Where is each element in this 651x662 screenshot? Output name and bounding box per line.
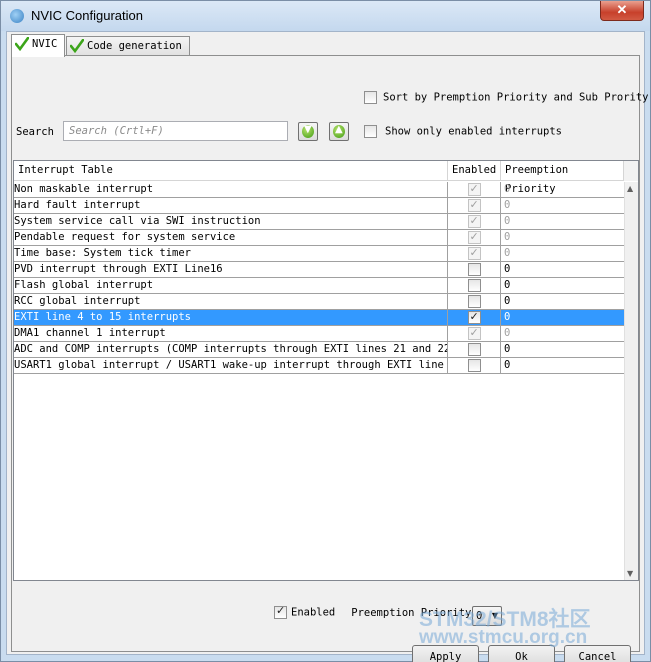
interrupt-name: ADC and COMP interrupts (COMP interrupts… [14,342,448,358]
column-header-enabled[interactable]: Enabled [448,161,501,181]
search-previous-button[interactable] [329,122,349,141]
sort-label: Sort by Premption Priority and Sub Prori… [383,91,649,104]
enabled-cell [448,310,501,326]
enabled-cell [448,182,501,198]
show-enabled-option: Show only enabled interrupts [364,125,562,138]
table-row[interactable]: Time base: System tick timer 0 [14,246,624,262]
interrupt-name: EXTI line 4 to 15 interrupts [14,310,448,326]
interrupt-enabled-checkbox [467,230,481,244]
dialog-content: NVIC Code generation Sort by Premption P… [6,31,649,662]
interrupt-name: Non maskable interrupt [14,182,448,198]
table-row[interactable]: Flash global interrupt 0 [14,278,624,294]
title-bar: NVIC Configuration ✕ [1,1,650,31]
enabled-cell [448,294,501,310]
interrupt-name: Pendable request for system service [14,230,448,246]
interrupt-enabled-checkbox [467,182,481,196]
search-next-button[interactable] [298,122,318,141]
arrow-up-icon [333,124,345,138]
table-row[interactable]: USART1 global interrupt / USART1 wake-up… [14,358,624,374]
close-button[interactable]: ✕ [600,1,644,21]
table-row[interactable]: PVD interrupt through EXTI Line16 0 [14,262,624,278]
enabled-cell [448,246,501,262]
table-row[interactable]: DMA1 channel 1 interrupt 0 [14,326,624,342]
interrupt-enabled-checkbox[interactable] [467,310,481,324]
table-row[interactable]: Pendable request for system service 0 [14,230,624,246]
interrupt-name: Flash global interrupt [14,278,448,294]
interrupt-enabled-checkbox [467,214,481,228]
priority-cell[interactable]: 0 [501,278,624,294]
search-input[interactable] [63,121,288,141]
priority-cell[interactable]: 0 [501,310,624,326]
enabled-cell [448,198,501,214]
sort-option: Sort by Premption Priority and Sub Prori… [364,91,649,104]
enabled-cell [448,262,501,278]
priority-cell[interactable]: 0 [501,182,624,198]
check-icon [70,39,84,53]
enabled-cell [448,230,501,246]
arrow-down-icon [302,124,314,138]
table-header: Interrupt Table Enabled Preemption Prior… [14,161,638,195]
enabled-cell [448,342,501,358]
priority-cell[interactable]: 0 [501,230,624,246]
tab-nvic[interactable]: NVIC [11,34,65,57]
column-header-interrupt[interactable]: Interrupt Table [14,161,448,181]
interrupt-table: Interrupt Table Enabled Preemption Prior… [13,160,639,581]
priority-cell[interactable]: 0 [501,214,624,230]
interrupt-name: PVD interrupt through EXTI Line16 [14,262,448,278]
app-gear-icon [10,9,24,23]
nvic-panel: Sort by Premption Priority and Sub Prori… [11,55,649,662]
table-row[interactable]: System service call via SWI instruction 0 [14,214,624,230]
priority-cell[interactable]: 0 [501,326,624,342]
interrupt-enabled-checkbox[interactable] [467,295,481,308]
enabled-cell [448,214,501,230]
interrupt-name: DMA1 channel 1 interrupt [14,326,448,342]
scroll-up-icon[interactable]: ▲ [627,184,633,193]
sort-checkbox[interactable] [364,91,377,104]
tab-label: Code generation [87,40,182,52]
scroll-down-icon[interactable]: ▼ [627,569,633,578]
interrupt-name: Time base: System tick timer [14,246,448,262]
show-enabled-label: Show only enabled interrupts [385,125,563,138]
interrupt-enabled-checkbox [467,198,481,212]
header-corner [624,161,638,181]
priority-cell[interactable]: 0 [501,358,624,374]
table-row[interactable]: EXTI line 4 to 15 interrupts 0 [14,310,624,326]
priority-cell[interactable]: 0 [501,262,624,278]
table-row[interactable]: Non maskable interrupt 0 [14,182,624,198]
interrupt-enabled-checkbox[interactable] [467,359,481,372]
column-header-priority[interactable]: Preemption Priority [501,161,624,195]
enabled-cell [448,358,501,374]
enabled-cell [448,278,501,294]
table-row[interactable]: ADC and COMP interrupts (COMP interrupts… [14,342,624,358]
interrupt-enabled-checkbox [467,246,481,260]
priority-cell[interactable]: 0 [501,294,624,310]
priority-cell[interactable]: 0 [501,342,624,358]
table-row[interactable]: Hard fault interrupt 0 [14,198,624,214]
interrupt-enabled-checkbox[interactable] [467,343,481,356]
interrupt-name: USART1 global interrupt / USART1 wake-up… [14,358,448,374]
interrupt-enabled-checkbox [467,326,481,340]
tab-label: NVIC [32,38,58,50]
interrupt-enabled-checkbox[interactable] [467,279,481,292]
interrupt-name: Hard fault interrupt [14,198,448,214]
table-row[interactable]: RCC global interrupt 0 [14,294,624,310]
interrupt-name: System service call via SWI instruction [14,214,448,230]
check-icon [15,37,29,51]
priority-cell[interactable]: 0 [501,198,624,214]
nvic-configuration-window: NVIC Configuration ✕ NVIC Code generatio… [0,0,651,662]
enabled-cell [448,326,501,342]
watermark-url: www.stmcu.org.cn [419,627,588,648]
interrupt-name: RCC global interrupt [14,294,448,310]
window-title: NVIC Configuration [31,8,143,23]
vertical-scrollbar[interactable]: ▲ ▼ [624,182,638,580]
enabled-label: Enabled [291,606,336,619]
interrupt-enabled-checkbox[interactable] [467,263,481,276]
tab-code-generation[interactable]: Code generation [66,36,190,56]
priority-cell[interactable]: 0 [501,246,624,262]
search-label: Search [16,126,54,138]
show-enabled-checkbox[interactable] [364,125,377,138]
table-body: Non maskable interrupt0Hard fault interr… [14,182,624,374]
enabled-checkbox[interactable] [274,604,287,619]
